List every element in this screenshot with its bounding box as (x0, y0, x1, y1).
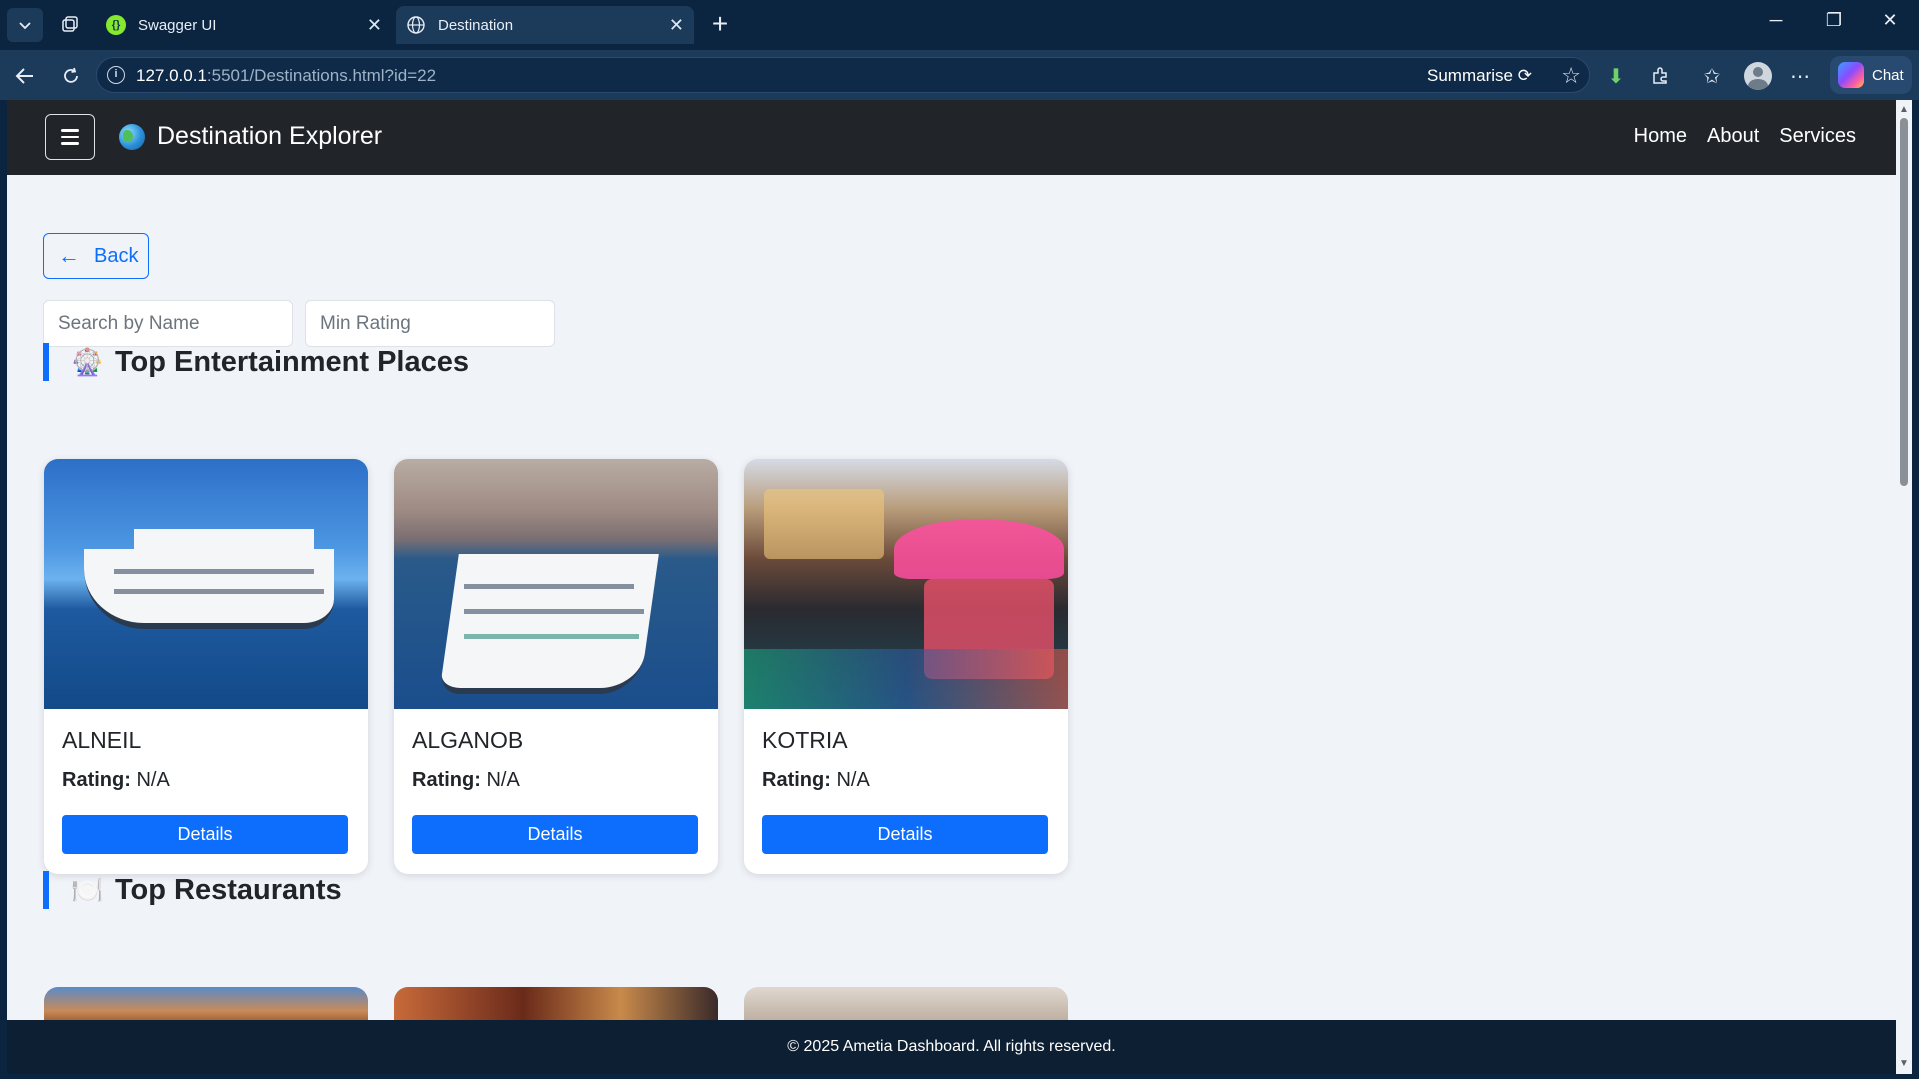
back-nav-button[interactable] (12, 63, 38, 89)
globe-favicon-icon (406, 15, 426, 35)
minimize-button[interactable]: ─ (1756, 10, 1796, 31)
tab-destination[interactable]: Destination ✕ (396, 6, 694, 44)
nav-links: Home About Services (1634, 125, 1856, 148)
card-rating: Rating: N/A (62, 769, 170, 791)
workspaces-button[interactable] (52, 8, 88, 42)
address-bar[interactable]: i 127.0.0.1:5501/Destinations.html?id=22… (96, 57, 1590, 93)
destination-card: ALNEIL Rating: N/A Details (44, 459, 368, 874)
card-rating: Rating: N/A (412, 769, 520, 791)
nav-link-home[interactable]: Home (1634, 125, 1687, 148)
globe-icon (119, 123, 145, 150)
page-viewport: Destination Explorer Home About Services… (7, 100, 1896, 1074)
scroll-down-icon[interactable]: ▼ (1899, 1058, 1909, 1069)
summarise-icon: ⟳ (1517, 66, 1532, 85)
tab-swagger-ui[interactable]: {} Swagger UI ✕ (96, 6, 392, 44)
copilot-icon (1838, 62, 1864, 88)
nav-link-about[interactable]: About (1707, 125, 1759, 148)
card-image (44, 459, 368, 709)
url-text[interactable]: 127.0.0.1:5501/Destinations.html?id=22 (136, 66, 436, 86)
close-tab-icon[interactable]: ✕ (669, 15, 684, 36)
swagger-favicon-icon: {} (106, 15, 126, 35)
site-footer: © 2025 Ametia Dashboard. All rights rese… (7, 1020, 1896, 1074)
tab-title: Destination (438, 16, 514, 34)
arrow-left-icon: ← (58, 243, 80, 268)
section-title-entertainment: 🎡 Top Entertainment Places (43, 343, 469, 381)
tab-title: Swagger UI (138, 16, 217, 34)
favorites-icon[interactable]: ✩ (1698, 62, 1726, 90)
address-toolbar: i 127.0.0.1:5501/Destinations.html?id=22… (0, 50, 1919, 100)
section-title-restaurants: 🍽️ Top Restaurants (43, 871, 342, 909)
nav-link-services[interactable]: Services (1779, 125, 1856, 148)
browser-tab-bar: {} Swagger UI ✕ Destination ✕ + ─ ❐ ✕ (0, 0, 1919, 50)
extensions-puzzle-icon[interactable] (1646, 62, 1674, 90)
details-button[interactable]: Details (762, 815, 1048, 854)
arrow-left-icon (15, 68, 33, 84)
hamburger-menu-button[interactable] (45, 114, 95, 160)
card-title: ALNEIL (62, 727, 142, 753)
close-window-button[interactable]: ✕ (1870, 10, 1910, 31)
new-tab-button[interactable]: + (704, 9, 736, 41)
card-image (744, 459, 1068, 709)
card-title: ALGANOB (412, 727, 524, 753)
scrollbar-thumb[interactable] (1900, 118, 1908, 486)
close-tab-icon[interactable]: ✕ (367, 15, 382, 36)
workspaces-icon (62, 16, 78, 32)
scroll-up-icon[interactable]: ▲ (1899, 104, 1909, 115)
tab-actions-menu-button[interactable] (7, 8, 43, 42)
details-button[interactable]: Details (412, 815, 698, 854)
chevron-down-icon (19, 22, 31, 30)
ferris-wheel-icon: 🎡 (71, 346, 104, 377)
reload-button[interactable] (58, 63, 84, 89)
destination-card: KOTRIA Rating: N/A Details (744, 459, 1068, 874)
plate-utensils-icon: 🍽️ (71, 874, 104, 905)
site-navbar: Destination Explorer Home About Services (7, 100, 1896, 175)
card-rating: Rating: N/A (762, 769, 870, 791)
site-info-icon[interactable]: i (107, 66, 125, 84)
back-button[interactable]: ← Back (43, 233, 149, 279)
destination-card: ALGANOB Rating: N/A Details (394, 459, 718, 874)
copilot-chat-button[interactable]: Chat (1830, 56, 1912, 94)
card-title: KOTRIA (762, 727, 848, 753)
more-options-icon[interactable]: ⋯ (1786, 62, 1814, 90)
details-button[interactable]: Details (62, 815, 348, 854)
footer-text: © 2025 Ametia Dashboard. All rights rese… (787, 1038, 1116, 1055)
profile-avatar[interactable] (1744, 62, 1772, 90)
card-image (394, 459, 718, 709)
favorite-star-icon[interactable]: ☆ (1561, 63, 1581, 89)
brand-title: Destination Explorer (157, 122, 383, 150)
download-extension-icon[interactable]: ⬇ (1602, 62, 1630, 90)
page-scrollbar[interactable]: ▲ ▼ (1896, 100, 1912, 1074)
min-rating-input[interactable] (305, 300, 555, 347)
summarise-button[interactable]: Summarise ⟳ (1427, 66, 1532, 86)
reload-icon (64, 67, 78, 83)
restore-button[interactable]: ❐ (1814, 10, 1854, 31)
search-name-input[interactable] (43, 300, 293, 347)
brand[interactable]: Destination Explorer (119, 122, 382, 151)
